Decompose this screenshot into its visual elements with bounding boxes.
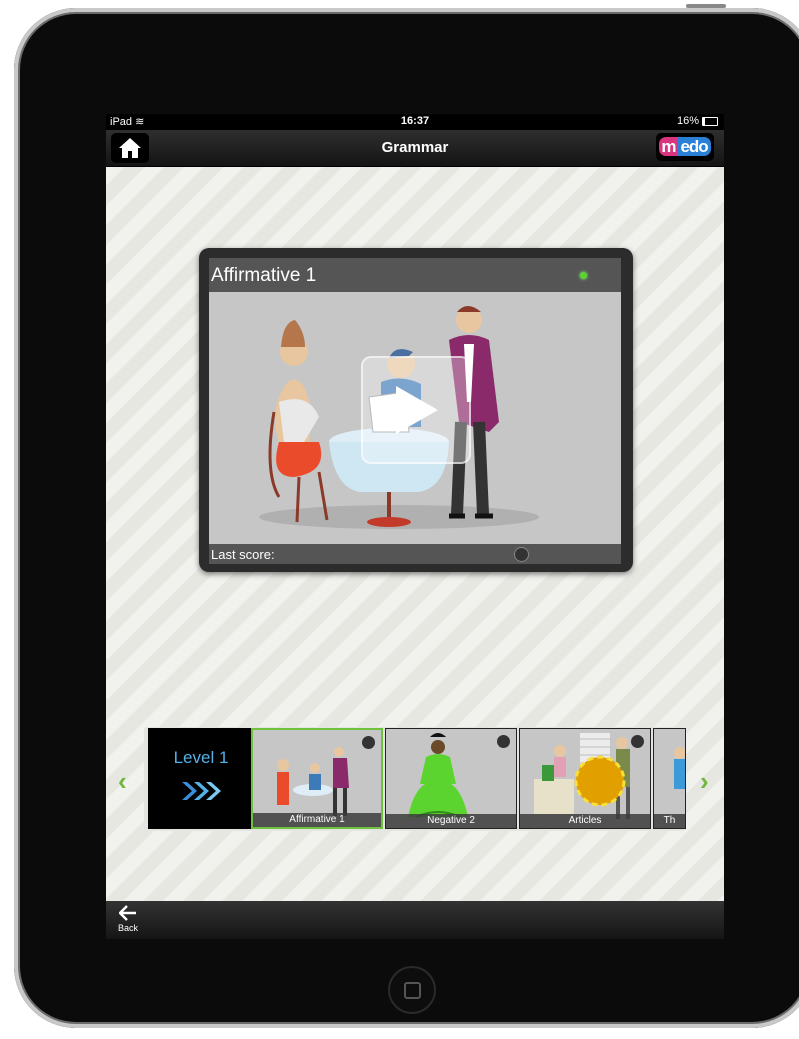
play-icon [396,386,438,434]
lesson-card-header: Affirmative 1 [209,258,621,292]
completion-indicator [497,735,510,748]
lesson-thumbnail-articles[interactable]: Articles [519,728,651,829]
app-screen: iPad ≋ 16:37 16% Grammar m edo Affirmativ… [106,114,724,939]
medo-logo: m edo [659,137,711,157]
hardware-sleep-button [686,4,726,8]
chevron-left-icon: ‹ [118,766,127,796]
page-title: Grammar [381,139,449,156]
bottom-toolbar: Back [106,901,724,939]
lesson-thumbnail-affirmative-1[interactable]: Affirmative 1 [251,728,383,829]
thumbnail-label: Th [654,814,685,828]
lesson-preview: Affirmative 1 Last score: [209,258,621,564]
status-indicator [580,272,587,279]
play-button[interactable] [361,356,471,464]
chevron-right-icon: › [700,766,709,796]
navigation-bar: Grammar m edo [106,130,724,167]
score-indicator [514,547,529,562]
thumbnail-label: Articles [520,814,650,828]
carousel-prev-button[interactable]: ‹ [118,766,127,797]
lesson-thumbnail-negative-2[interactable]: Negative 2 [385,728,517,829]
arrow-left-icon [118,905,136,921]
lesson-title: Affirmative 1 [211,265,317,286]
last-score-label: Last score: [211,547,275,562]
level-selector[interactable]: Level 1 [148,728,254,829]
lesson-thumbnail-partial[interactable]: Th [653,728,686,829]
battery-icon [702,116,718,126]
status-time: 16:37 [400,115,430,127]
medo-logo-button[interactable]: m edo [656,133,714,161]
thumbnail-label: Negative 2 [386,814,516,828]
hardware-home-button [388,966,436,1014]
lesson-card[interactable]: Affirmative 1 Last score: [199,248,633,572]
completion-indicator [631,735,644,748]
battery-indicator: 16% [677,115,718,127]
carousel-next-button[interactable]: › [700,766,709,797]
status-bar: iPad ≋ 16:37 16% [106,114,724,130]
back-label: Back [117,923,138,933]
level-arrows-icon [182,782,221,800]
thumbnail-label: Affirmative 1 [253,813,381,827]
back-button[interactable]: Back [108,903,148,937]
completion-indicator [362,736,375,749]
lesson-card-footer: Last score: [209,544,621,564]
level-label: Level 1 [173,748,229,767]
